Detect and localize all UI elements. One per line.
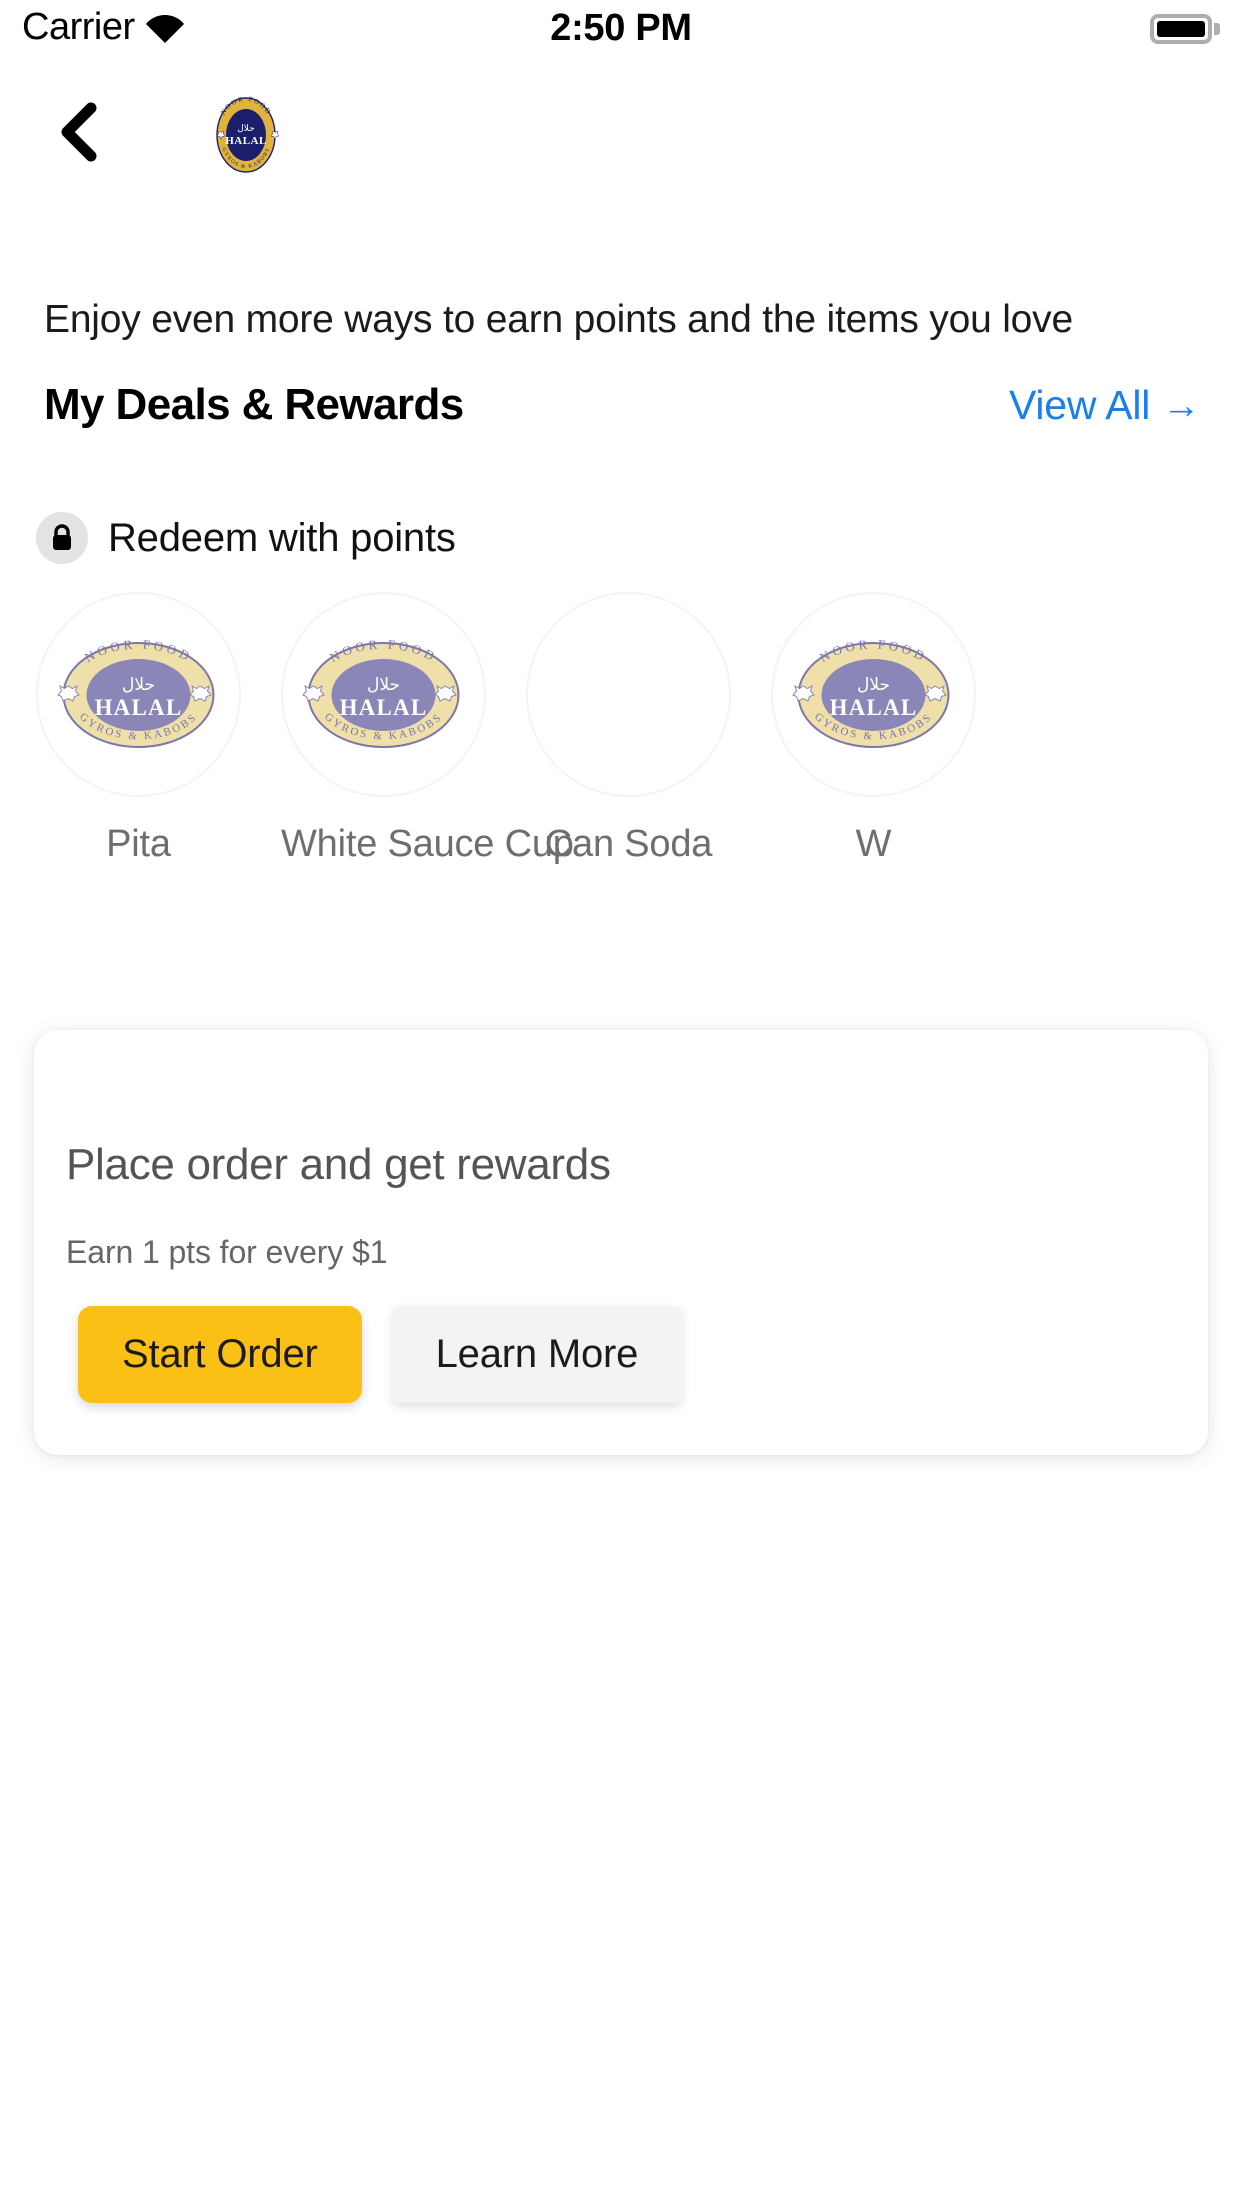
promo-card: Place order and get rewards Earn 1 pts f… — [34, 1030, 1208, 1455]
battery-full-icon — [1150, 14, 1220, 44]
rewards-track: NOOR FOOD GYROS & KABOBS حلال HALAL Pita… — [36, 592, 976, 866]
svg-text:HALAL: HALAL — [95, 695, 183, 720]
rewards-carousel[interactable]: NOOR FOOD GYROS & KABOBS حلال HALAL Pita… — [0, 592, 1242, 922]
promo-subtitle: Earn 1 pts for every $1 — [66, 1234, 388, 1270]
lock-icon — [36, 512, 88, 564]
promo-actions: Start Order Learn More — [78, 1306, 683, 1403]
reward-image-placeholder[interactable] — [526, 592, 731, 797]
noor-food-halal-logo-icon[interactable]: NOOR FOOD GYROS & KABOBS حلال HALAL — [208, 92, 284, 178]
nav-bar: NOOR FOOD GYROS & KABOBS حلال HALAL — [0, 92, 1242, 178]
learn-more-button[interactable]: Learn More — [391, 1306, 683, 1403]
page-subtitle: Enjoy even more ways to earn points and … — [44, 298, 1073, 341]
reward-label: W — [855, 823, 892, 865]
start-order-button[interactable]: Start Order — [78, 1306, 362, 1403]
deals-section-header: My Deals & Rewards View All → — [0, 380, 1242, 442]
svg-text:حلال: حلال — [237, 124, 254, 134]
reward-image[interactable]: NOOR FOOD GYROS & KABOBS حلال HALAL — [36, 592, 241, 797]
promo-title: Place order and get rewards — [66, 1140, 611, 1189]
chevron-left-icon — [57, 102, 103, 167]
svg-text:حلال: حلال — [857, 675, 890, 695]
app-screen: Carrier 2:50 PM NOOR FOOD GYROS & KABOBS… — [0, 0, 1242, 2208]
svg-text:HALAL: HALAL — [830, 695, 918, 720]
reward-item[interactable]: NOOR FOOD GYROS & KABOBS حلال HALAL Whit… — [281, 592, 574, 866]
reward-image[interactable]: NOOR FOOD GYROS & KABOBS حلال HALAL — [281, 592, 486, 797]
reward-item[interactable]: NOOR FOOD GYROS & KABOBS حلال HALAL W — [771, 592, 976, 866]
view-all-label: View All — [1008, 382, 1151, 428]
arrow-right-icon: → — [1162, 384, 1200, 427]
view-all-link[interactable]: View All → — [1009, 382, 1200, 429]
svg-text:HALAL: HALAL — [340, 695, 428, 720]
reward-item[interactable]: Can Soda — [526, 592, 731, 866]
reward-label: White Sauce Cup — [281, 823, 574, 865]
status-bar: Carrier 2:50 PM — [0, 0, 1242, 62]
clock-label: 2:50 PM — [550, 7, 692, 49]
svg-text:حلال: حلال — [122, 675, 155, 695]
reward-label: Pita — [106, 823, 171, 865]
page-title: My Deals & Rewards — [44, 380, 464, 429]
reward-label: Can Soda — [544, 823, 713, 865]
back-button[interactable] — [48, 102, 112, 166]
reward-image[interactable]: NOOR FOOD GYROS & KABOBS حلال HALAL — [771, 592, 976, 797]
redeem-with-points-label: Redeem with points — [108, 515, 456, 560]
reward-item[interactable]: NOOR FOOD GYROS & KABOBS حلال HALAL Pita — [36, 592, 241, 866]
svg-text:حلال: حلال — [367, 675, 400, 695]
redeem-with-points-row: Redeem with points — [36, 512, 456, 564]
svg-text:HALAL: HALAL — [225, 135, 267, 147]
